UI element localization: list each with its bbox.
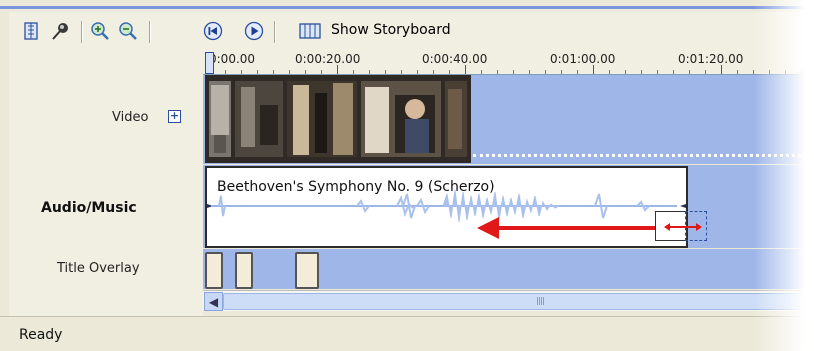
video-clip-filmstrip[interactable] xyxy=(205,75,471,163)
chevron-left-icon: ◀ xyxy=(208,294,219,309)
storyboard-view-button[interactable] xyxy=(21,20,43,42)
ruler-tick-mark xyxy=(241,70,242,74)
title-overlay-clip[interactable] xyxy=(205,252,223,289)
video-track-label: Video xyxy=(112,110,149,125)
show-storyboard-button[interactable] xyxy=(299,20,321,42)
ruler-tick-mark xyxy=(225,70,226,74)
resize-horizontal-icon xyxy=(664,223,692,231)
ruler-tick-mark xyxy=(273,70,274,74)
toolbar-separator xyxy=(274,21,276,43)
playhead-indicator[interactable] xyxy=(205,52,214,74)
ruler-tick-mark xyxy=(593,65,594,74)
expand-video-track-button[interactable]: + xyxy=(168,110,181,123)
ruler-tick-mark xyxy=(433,70,434,74)
ruler-tick-mark xyxy=(721,65,722,74)
ruler-tick-mark xyxy=(625,70,626,74)
window-top-border xyxy=(0,6,814,9)
ruler-tick-mark xyxy=(385,70,386,74)
set-audio-levels-button[interactable] xyxy=(49,20,71,42)
ruler-tick-mark xyxy=(401,70,402,74)
timeline-ruler[interactable]: 0:00.00 0:00:20.00 0:00:40.00 0:01:00.00… xyxy=(203,50,814,75)
trim-handle[interactable] xyxy=(655,211,692,241)
video-clip-thumbnails xyxy=(205,75,471,163)
ruler-tick-label: 0:00:40.00 xyxy=(422,52,488,66)
video-track[interactable] xyxy=(203,75,814,242)
show-storyboard-label[interactable]: Show Storyboard xyxy=(331,22,451,38)
trim-arrow-icon xyxy=(686,223,702,231)
ruler-tick-mark xyxy=(465,65,466,74)
ruler-tick-mark xyxy=(497,70,498,74)
track-labels-column: Video + Audio/Music Title Overlay xyxy=(9,50,203,316)
title-overlay-clip[interactable] xyxy=(235,252,253,289)
ruler-tick-mark xyxy=(417,70,418,74)
status-bar: Ready xyxy=(0,316,814,351)
play-icon xyxy=(244,21,264,41)
ruler-tick-mark xyxy=(513,70,514,74)
ruler-tick-mark xyxy=(305,70,306,74)
zoom-out-icon xyxy=(119,22,137,40)
status-text: Ready xyxy=(19,327,63,343)
ruler-tick-label: 0:01:00.00 xyxy=(550,52,616,66)
ruler-tick-label: 0:00.00 xyxy=(209,52,256,66)
zoom-in-icon xyxy=(91,22,109,40)
ruler-tick-mark xyxy=(529,70,530,74)
trim-handle-extension[interactable] xyxy=(685,211,707,241)
ruler-tick-label: 0:00:20.00 xyxy=(295,52,361,66)
ruler-tick-mark xyxy=(257,70,258,74)
audio-clip[interactable]: Beethoven's Symphony No. 9 (Scherzo) xyxy=(205,166,688,248)
ruler-tick-mark xyxy=(337,65,338,74)
ruler-tick-mark xyxy=(609,70,610,74)
movie-maker-timeline-window: Show Storyboard Video + Audio/Music Titl… xyxy=(0,0,814,351)
ruler-tick-label: 0:01:20.00 xyxy=(678,52,744,66)
ruler-tick-mark xyxy=(657,70,658,74)
ruler-tick-mark xyxy=(801,70,802,74)
ruler-tick-mark xyxy=(705,70,706,74)
zoom-in-button[interactable] xyxy=(89,20,111,42)
set-audio-levels-icon xyxy=(52,23,68,40)
timeline-toolbar: Show Storyboard xyxy=(9,12,809,50)
ruler-tick-mark xyxy=(673,70,674,74)
ruler-tick-mark xyxy=(289,70,290,74)
ruler-tick-mark xyxy=(785,70,786,74)
title-overlay-clip[interactable] xyxy=(295,252,319,289)
scrollbar-grip xyxy=(537,297,545,305)
ruler-tick-mark xyxy=(561,70,562,74)
storyboard-view-icon xyxy=(24,22,38,40)
ruler-tick-mark xyxy=(545,70,546,74)
title-overlay-track[interactable] xyxy=(203,249,814,289)
toolbar-separator xyxy=(81,21,83,43)
scroll-left-button[interactable]: ◀ xyxy=(204,292,223,311)
play-button[interactable] xyxy=(243,20,265,42)
ruler-tick-mark xyxy=(753,70,754,74)
toolbar-separator xyxy=(149,21,151,43)
audio-music-track[interactable]: Beethoven's Symphony No. 9 (Scherzo) xyxy=(203,165,814,248)
title-overlay-track-label: Title Overlay xyxy=(57,261,140,276)
timeline-horizontal-scrollbar[interactable]: ◀ xyxy=(203,290,814,311)
ruler-tick-mark xyxy=(353,70,354,74)
ruler-tick-mark xyxy=(641,70,642,74)
storyboard-icon xyxy=(299,23,321,39)
rewind-icon xyxy=(203,21,223,41)
rewind-button[interactable] xyxy=(202,20,224,42)
ruler-tick-mark xyxy=(737,70,738,74)
ruler-tick-mark xyxy=(369,70,370,74)
ruler-tick-mark xyxy=(481,70,482,74)
trim-direction-arrow xyxy=(477,217,659,239)
scrollbar-thumb[interactable] xyxy=(223,293,814,310)
ruler-tick-mark xyxy=(449,70,450,74)
ruler-tick-mark xyxy=(577,70,578,74)
zoom-out-button[interactable] xyxy=(117,20,139,42)
audio-music-track-label: Audio/Music xyxy=(41,200,137,216)
ruler-tick-mark xyxy=(689,70,690,74)
ruler-tick-mark xyxy=(769,70,770,74)
ruler-tick-mark xyxy=(321,70,322,74)
